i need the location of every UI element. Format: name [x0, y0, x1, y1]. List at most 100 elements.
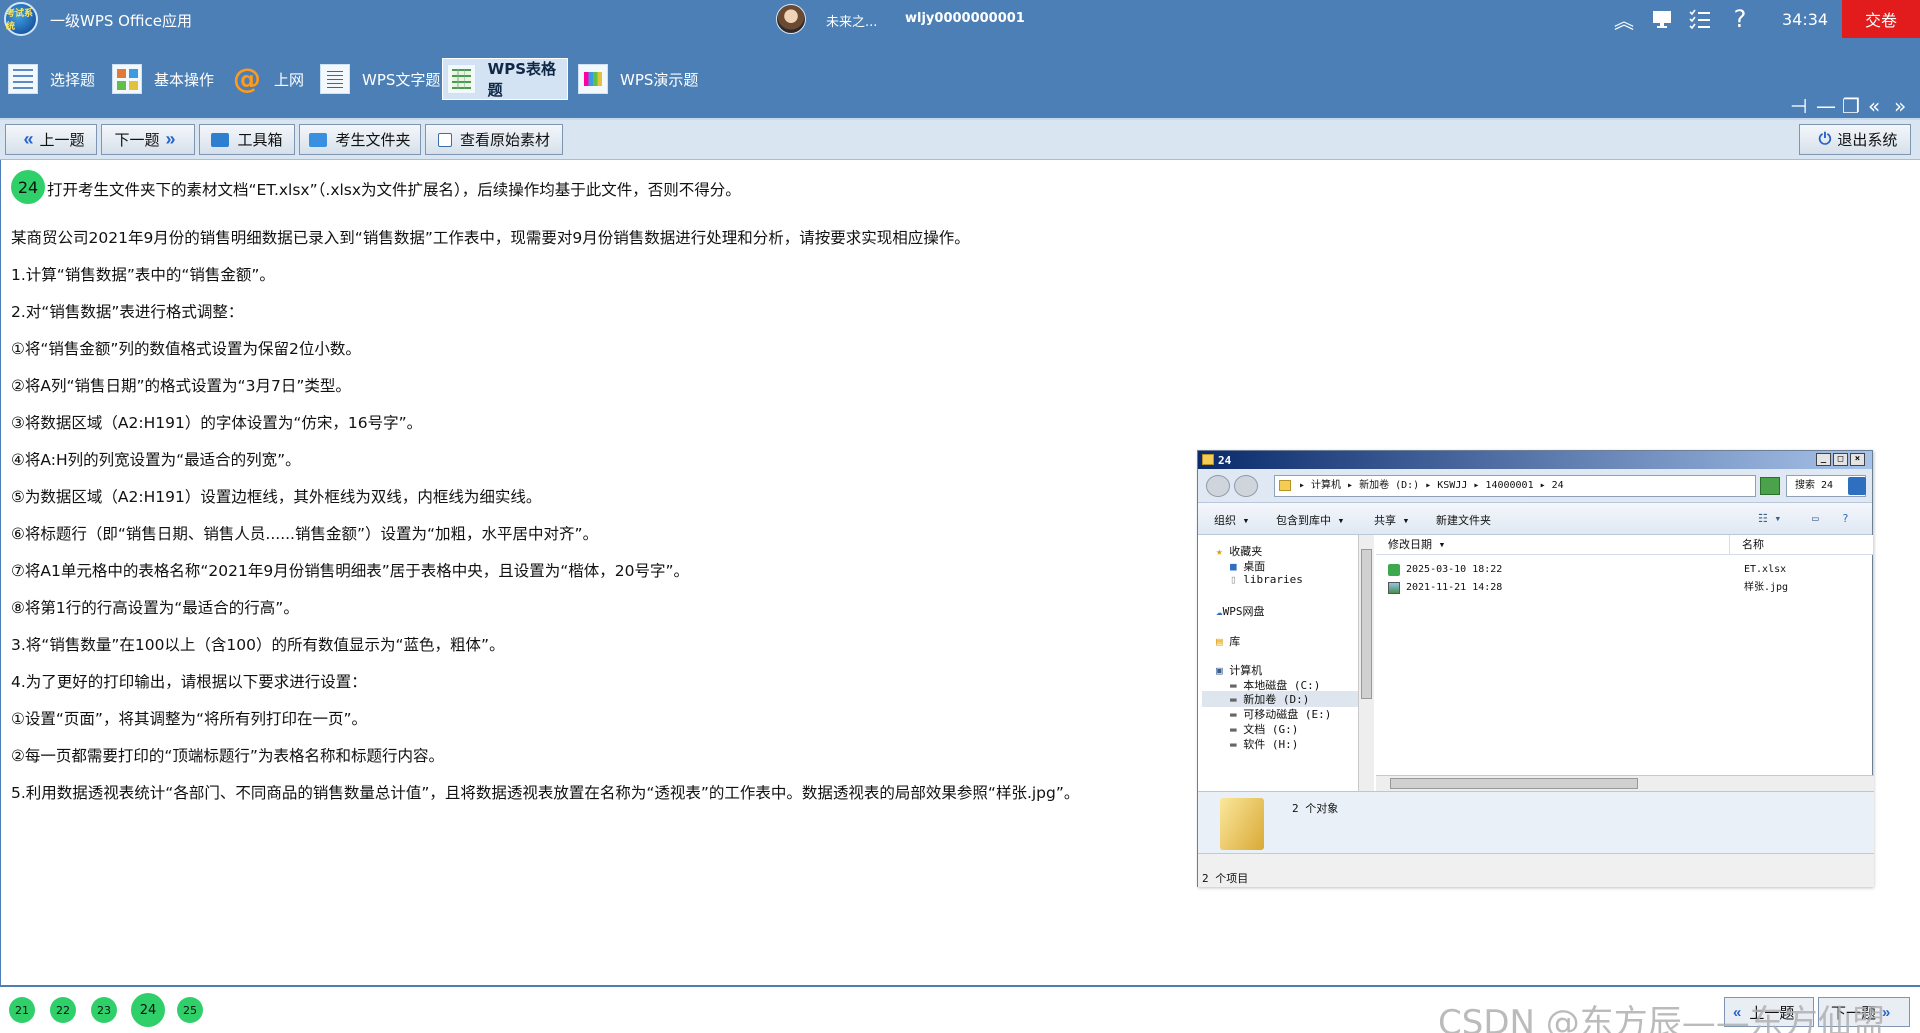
tree-computer[interactable]: ▣ 计算机 [1216, 662, 1262, 678]
question-line: 1.计算“销售数据”表中的“销售金额”。 [11, 266, 275, 284]
question-line: ①设置“页面”，将其调整为“将所有列打印在一页”。 [11, 710, 368, 728]
monitor-icon[interactable] [1648, 5, 1676, 33]
tree-drive[interactable]: ▬ 软件 (H:) [1230, 736, 1298, 752]
question-line: ⑦将A1单元格中的表格名称“2021年9月份销售明细表”居于表格中央，且设置为“… [11, 562, 690, 580]
help-icon[interactable]: ? [1842, 512, 1849, 525]
menu-label: 选择题 [50, 70, 96, 89]
maximize-icon[interactable]: □ [1833, 453, 1848, 466]
collapse-up-icon[interactable]: ︽ [1610, 5, 1638, 33]
submit-exam-button[interactable]: 交卷 [1842, 0, 1920, 38]
column-modified-date[interactable]: 修改日期 ▾ [1376, 535, 1730, 555]
image-file-icon [1388, 582, 1400, 594]
question-panel: 24 打开考生文件夹下的素材文档“ET.xlsx”（.xlsx为文件扩展名），后… [0, 160, 1920, 985]
menu-label: WPS表格题 [487, 60, 556, 99]
candidate-folder-button[interactable]: 考生文件夹 [299, 124, 421, 155]
tree-drive[interactable]: ▬ 文档 (G:) [1230, 721, 1298, 737]
file-date: 2021-11-21 14:28 [1406, 582, 1503, 593]
include-in-library-menu[interactable]: 包含到库中 ▾ [1276, 512, 1344, 528]
file-name: ET.xlsx [1744, 564, 1787, 575]
folder-icon [1202, 454, 1214, 465]
question-jump-button[interactable]: 22 [50, 997, 76, 1023]
title-bar: 考试系统 一级WPS Office应用 未来之... wljy000000000… [0, 0, 1920, 38]
question-line: ⑥将标题行（即“销售日期、销售人员......销售金额”）设置为“加粗，水平居中… [11, 525, 599, 543]
prev-question-button[interactable]: « 上一题 [5, 124, 97, 155]
menu-choice-questions[interactable]: 选择题 [4, 58, 95, 100]
tree-desktop[interactable]: ■ 桌面 [1230, 558, 1265, 574]
back-arrow-icon[interactable] [1206, 475, 1230, 497]
question-line: ⑧将第1行的行高设置为“最适合的行高”。 [11, 599, 299, 617]
close-icon[interactable]: × [1850, 453, 1865, 466]
file-icon: ▯ [1230, 573, 1237, 586]
forward-arrow-icon[interactable] [1234, 475, 1258, 497]
preview-pane-icon[interactable]: ▭ [1812, 512, 1819, 525]
expand-right-icon[interactable]: » [1894, 94, 1906, 118]
explorer-address-bar: ▸ 计算机 ▸ 新加卷 (D:) ▸ KSWJJ ▸ 14000001 ▸ 24… [1198, 469, 1872, 503]
details-pane: 2 个对象 [1198, 791, 1874, 853]
question-line: 5.利用数据透视表统计“各部门、不同商品的销售数量总计值”，且将数据透视表放置在… [11, 784, 1080, 802]
countdown-timer: 34:34 [1782, 10, 1829, 29]
tree-wps-cloud[interactable]: ☁WPS网盘 [1216, 603, 1265, 619]
view-source-material-button[interactable]: 查看原始素材 [425, 124, 563, 155]
list-icon [8, 64, 38, 94]
search-icon[interactable] [1848, 477, 1866, 495]
current-question-button[interactable]: 24 [131, 993, 165, 1027]
help-icon[interactable]: ? [1726, 5, 1754, 33]
toolbox-icon [211, 132, 230, 147]
menu-basic-operations[interactable]: 基本操作 [108, 58, 214, 100]
category-menu-bar: 选择题 基本操作 @ 上网 WPS文字题 WPS表格题 WPS演示题 ⊣ — ❐… [0, 38, 1920, 120]
star-icon: ★ [1216, 545, 1223, 558]
menu-wps-presentation[interactable]: WPS演示题 [574, 58, 698, 100]
restore-icon[interactable]: ❐ [1842, 94, 1860, 118]
library-icon: ▤ [1216, 635, 1223, 648]
next-question-button[interactable]: 下一题 » [101, 124, 195, 155]
column-name[interactable]: 名称 [1730, 535, 1874, 555]
share-menu[interactable]: 共享 ▾ [1374, 512, 1409, 528]
app-title: 一级WPS Office应用 [50, 12, 192, 30]
collapse-left-icon[interactable]: « [1868, 94, 1880, 118]
file-list-scrollbar[interactable] [1376, 775, 1874, 791]
button-label: 工具箱 [237, 132, 283, 149]
minimize-icon[interactable]: _ [1816, 453, 1831, 466]
new-folder-button[interactable]: 新建文件夹 [1436, 512, 1491, 528]
menu-label: WPS文字题 [362, 70, 441, 89]
question-jump-button[interactable]: 25 [177, 997, 203, 1023]
button-label: 上一题 [39, 132, 85, 149]
chevron-right-icon: » [165, 129, 176, 149]
tree-drive[interactable]: ▬ 可移动磁盘 (E:) [1230, 706, 1331, 722]
question-jump-button[interactable]: 23 [91, 997, 117, 1023]
computer-icon: ▣ [1216, 664, 1223, 677]
tree-scrollbar[interactable] [1358, 535, 1374, 791]
organize-menu[interactable]: 组织 ▾ [1214, 512, 1249, 528]
button-label: 查看原始素材 [459, 132, 550, 149]
file-date: 2025-03-10 18:22 [1406, 564, 1503, 575]
file-row[interactable]: 2025-03-10 18:22 ET.xlsx [1388, 561, 1874, 579]
question-line: ②将A列“销售日期”的格式设置为“3月7日”类型。 [11, 377, 351, 395]
refresh-icon[interactable] [1760, 477, 1780, 495]
question-jump-button[interactable]: 21 [9, 997, 35, 1023]
scroll-thumb[interactable] [1390, 778, 1638, 789]
drive-icon: ▬ [1230, 708, 1237, 721]
tree-drive-selected[interactable]: ▬ 新加卷 (D:) [1202, 691, 1358, 707]
file-row[interactable]: 2021-11-21 14:28 样张.jpg [1388, 579, 1874, 597]
minimize-icon[interactable]: — [1816, 94, 1836, 118]
desktop-icon: ■ [1230, 560, 1237, 573]
menu-wps-spreadsheet[interactable]: WPS表格题 [442, 58, 568, 100]
view-options-icon[interactable]: ☷ ▾ [1758, 512, 1781, 525]
checklist-icon[interactable] [1686, 5, 1714, 33]
document-icon [437, 132, 452, 147]
toolbox-button[interactable]: 工具箱 [199, 124, 295, 155]
tree-libraries-link[interactable]: ▯ libraries [1230, 573, 1303, 586]
address-path-field[interactable]: ▸ 计算机 ▸ 新加卷 (D:) ▸ KSWJJ ▸ 14000001 ▸ 24 [1274, 475, 1756, 497]
tree-favorites[interactable]: ★ 收藏夹 [1216, 543, 1262, 559]
question-line: ⑤为数据区域（A2:H191）设置边框线，其外框线为双线，内框线为细实线。 [11, 488, 542, 506]
tree-library[interactable]: ▤ 库 [1216, 633, 1240, 649]
menu-wps-writer[interactable]: WPS文字题 [316, 58, 440, 100]
scroll-thumb[interactable] [1361, 549, 1372, 699]
menu-label: 基本操作 [154, 70, 215, 89]
exit-system-button[interactable]: ⏻ 退出系统 [1799, 124, 1911, 155]
button-label: 退出系统 [1837, 132, 1898, 149]
explorer-title: 24 [1218, 453, 1232, 467]
file-list: 修改日期 ▾ 名称 2025-03-10 18:22 ET.xlsx 2021-… [1376, 535, 1874, 791]
pin-icon[interactable]: ⊣ [1790, 94, 1807, 118]
menu-internet[interactable]: @ 上网 [228, 58, 304, 100]
